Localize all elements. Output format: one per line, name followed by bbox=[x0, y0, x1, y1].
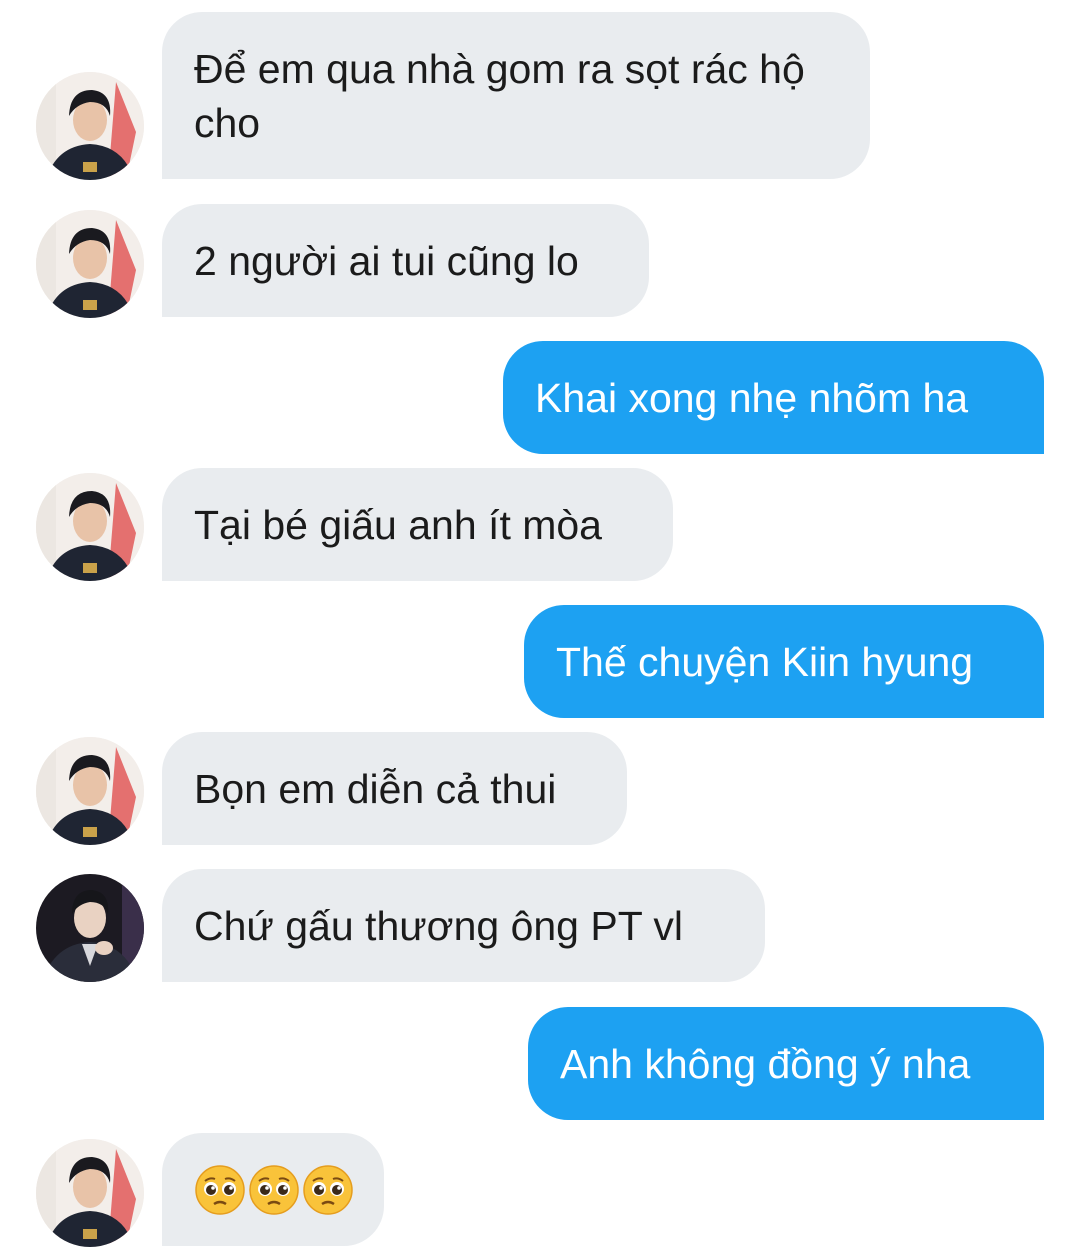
message-text: Tại bé giấu anh ít mòa bbox=[194, 501, 602, 548]
message-bubble-outgoing[interactable]: Khai xong nhẹ nhõm ha bbox=[503, 341, 1044, 454]
avatar[interactable] bbox=[36, 874, 144, 982]
message-bubble-incoming[interactable]: Tại bé giấu anh ít mòa bbox=[162, 468, 673, 581]
message-bubble-incoming[interactable] bbox=[162, 1133, 384, 1246]
message-text: Bọn em diễn cả thui bbox=[194, 765, 557, 812]
message-text: Thế chuyện Kiin hyung bbox=[556, 638, 974, 685]
pleading-face-icon bbox=[303, 1164, 353, 1215]
pleading-face-icon bbox=[249, 1164, 299, 1215]
message-bubble-incoming[interactable]: Chứ gấu thương ông PT vl bbox=[162, 869, 765, 982]
message-text: 2 người ai tui cũng lo bbox=[194, 237, 579, 284]
message-text: Anh không đồng ý nha bbox=[560, 1040, 971, 1087]
avatar[interactable] bbox=[36, 473, 144, 581]
avatar[interactable] bbox=[36, 210, 144, 318]
message-bubble-incoming[interactable]: 2 người ai tui cũng lo bbox=[162, 204, 649, 317]
avatar[interactable] bbox=[36, 72, 144, 180]
avatar[interactable] bbox=[36, 737, 144, 845]
pleading-face-icon bbox=[195, 1164, 245, 1215]
message-bubble-outgoing[interactable]: Thế chuyện Kiin hyung bbox=[524, 605, 1044, 718]
message-bubble-incoming[interactable]: Để em qua nhà gom ra sọt rác hộ cho bbox=[162, 12, 870, 179]
message-bubble-outgoing[interactable]: Anh không đồng ý nha bbox=[528, 1007, 1044, 1120]
avatar[interactable] bbox=[36, 1139, 144, 1247]
message-text: Khai xong nhẹ nhõm ha bbox=[535, 374, 969, 421]
message-bubble-incoming[interactable]: Bọn em diễn cả thui bbox=[162, 732, 627, 845]
emoji-row bbox=[194, 1164, 354, 1216]
message-text: Để em qua nhà gom ra sọt rác hộ cho bbox=[194, 45, 805, 146]
message-text: Chứ gấu thương ông PT vl bbox=[194, 902, 684, 949]
